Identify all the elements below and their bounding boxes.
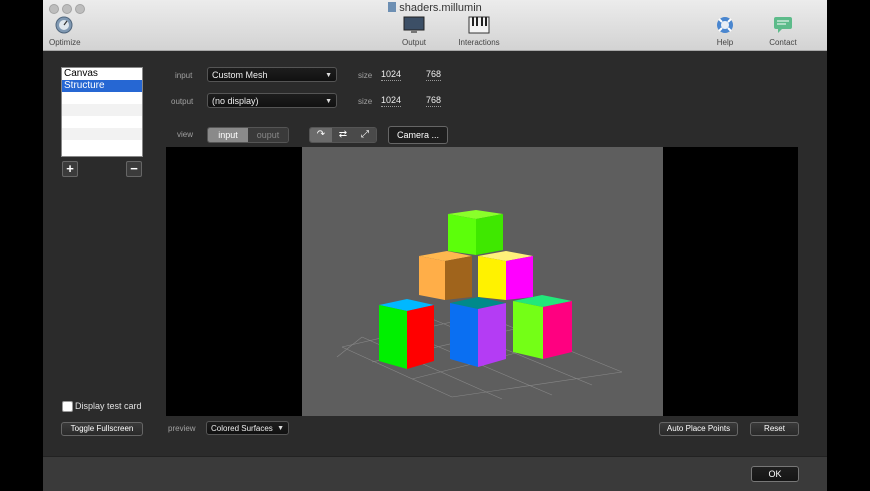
scene-preview[interactable] (302, 147, 663, 416)
add-layer-button[interactable]: + (62, 161, 78, 177)
list-item-empty (62, 116, 142, 128)
display-test-card-label: Display test card (75, 401, 142, 411)
output-height-field[interactable]: 768 (426, 95, 442, 107)
ok-button[interactable]: OK (751, 466, 799, 482)
preview-label: preview (168, 424, 196, 433)
toggle-fullscreen-button[interactable]: Toggle Fullscreen (61, 422, 143, 436)
list-item[interactable]: Structure (62, 80, 142, 92)
chevron-down-icon: ▼ (277, 425, 284, 432)
shader-window: shaders.millumin Optimize Output Interac… (43, 0, 827, 491)
interactions-button[interactable]: Interactions (451, 16, 507, 47)
list-item-empty (62, 104, 142, 116)
input-size-label: size (358, 71, 373, 80)
move-icon[interactable]: ⇄ (332, 128, 354, 142)
dialog-footer: OK (43, 456, 827, 491)
output-button[interactable]: Output (392, 16, 436, 47)
optimize-button[interactable]: Optimize (49, 16, 81, 47)
chevron-down-icon: ▼ (325, 98, 332, 105)
transform-tools: ↷ ⇄ ⤢ (309, 127, 377, 143)
output-label: output (171, 97, 194, 106)
list-item-empty (62, 140, 142, 152)
list-item-empty (62, 92, 142, 104)
speech-bubble-icon (762, 16, 804, 36)
output-size-label: size (358, 97, 373, 106)
list-item[interactable]: Canvas (62, 68, 142, 80)
speedometer-icon (49, 16, 79, 36)
output-select[interactable]: (no display) ▼ (207, 93, 337, 108)
view-label: view (177, 130, 194, 139)
scale-icon[interactable]: ⤢ (354, 128, 376, 142)
remove-layer-button[interactable]: − (126, 161, 142, 177)
contact-button[interactable]: Contact (762, 16, 804, 47)
camera-button[interactable]: Camera ... (388, 126, 448, 144)
window-title: shaders.millumin (43, 2, 827, 14)
rotate-icon[interactable]: ↷ (310, 128, 332, 142)
layer-list: Canvas Structure (61, 67, 143, 157)
list-item-empty (62, 128, 142, 140)
cube-pyramid-render (336, 210, 623, 400)
input-select[interactable]: Custom Mesh ▼ (207, 67, 337, 82)
input-label: input (175, 71, 193, 80)
lifebuoy-icon (707, 16, 743, 36)
view-tabs: input ouput (207, 127, 289, 143)
tab-input[interactable]: input (208, 128, 248, 142)
tab-output[interactable]: ouput (248, 128, 288, 142)
input-width-field[interactable]: 1024 (381, 69, 402, 81)
display-test-card-checkbox[interactable] (62, 401, 73, 412)
document-icon (388, 2, 397, 12)
title-bar: shaders.millumin Optimize Output Interac… (43, 0, 827, 51)
input-height-field[interactable]: 768 (426, 69, 442, 81)
output-width-field[interactable]: 1024 (381, 95, 402, 107)
chevron-down-icon: ▼ (325, 72, 332, 79)
auto-place-points-button[interactable]: Auto Place Points (659, 422, 738, 436)
reset-button[interactable]: Reset (750, 422, 799, 436)
piano-keys-icon (451, 16, 507, 36)
preview-select[interactable]: Colored Surfaces ▼ (206, 421, 289, 435)
help-button[interactable]: Help (707, 16, 743, 47)
monitor-icon (392, 16, 436, 36)
